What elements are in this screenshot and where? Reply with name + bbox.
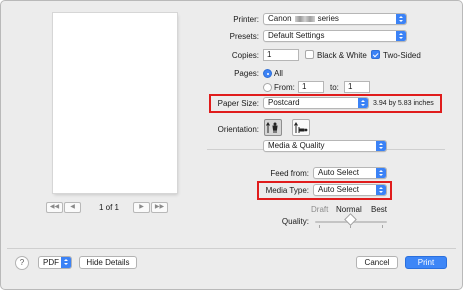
previous-page-button[interactable]: ◀ <box>64 202 81 213</box>
presets-label: Presets: <box>229 32 259 41</box>
pages-from-label: From: <box>274 83 295 92</box>
feed-from-label: Feed from: <box>270 169 309 178</box>
section-popup[interactable]: Media & Quality <box>263 140 387 152</box>
paper-size-popup[interactable]: Postcard <box>263 97 369 109</box>
printer-popup[interactable]: Canon series <box>263 13 407 25</box>
redacted-model <box>294 16 315 22</box>
two-sided-label: Two-Sided <box>383 51 421 60</box>
popup-arrows-icon <box>376 185 386 195</box>
printer-label: Printer: <box>233 15 259 24</box>
previous-page-icon: ◀ <box>70 204 75 210</box>
portrait-icon <box>266 122 278 133</box>
quality-label: Quality: <box>281 217 309 226</box>
popup-arrows-icon <box>376 168 386 178</box>
paper-size-label: Paper Size: <box>217 99 259 108</box>
popup-arrows-icon <box>396 14 406 24</box>
landscape-icon <box>294 122 308 133</box>
popup-arrows-icon <box>376 141 386 151</box>
quality-draft-label: Draft <box>311 205 329 214</box>
popup-arrows-icon <box>358 98 368 108</box>
next-page-icon: ▶ <box>139 204 144 210</box>
next-page-button[interactable]: ▶ <box>133 202 150 213</box>
black-white-label: Black & White <box>317 51 367 60</box>
copies-field[interactable]: 1 <box>263 49 299 61</box>
media-type-label: Media Type: <box>265 186 309 195</box>
first-page-icon: ◀◀ <box>49 204 60 210</box>
pages-to-field[interactable]: 1 <box>344 81 370 93</box>
popup-arrows-icon <box>396 31 406 41</box>
feed-from-popup[interactable]: Auto Select <box>313 167 387 179</box>
copies-label: Copies: <box>231 51 259 60</box>
media-type-popup[interactable]: Auto Select <box>313 184 387 196</box>
hide-details-button[interactable]: Hide Details <box>79 256 137 269</box>
two-sided-checkbox[interactable] <box>371 50 380 59</box>
pages-from-field[interactable]: 1 <box>298 81 324 93</box>
slider-tick <box>382 225 383 228</box>
pages-to-label: to: <box>330 83 339 92</box>
quality-slider-knob[interactable] <box>344 213 357 226</box>
cancel-button[interactable]: Cancel <box>356 256 398 269</box>
question-mark-icon: ? <box>19 258 25 267</box>
landscape-button[interactable] <box>292 119 310 136</box>
presets-popup[interactable]: Default Settings <box>263 30 407 42</box>
slider-tick <box>319 225 320 228</box>
last-page-icon: ▶▶ <box>154 204 165 210</box>
pages-all-radio[interactable] <box>263 69 272 78</box>
pages-label: Pages: <box>234 69 259 78</box>
pages-range-radio[interactable] <box>263 83 272 92</box>
help-button[interactable]: ? <box>15 256 29 270</box>
first-page-button[interactable]: ◀◀ <box>46 202 63 213</box>
portrait-button[interactable] <box>264 119 282 136</box>
quality-best-label: Best <box>371 205 388 214</box>
footer-divider <box>7 248 456 249</box>
black-white-checkbox[interactable] <box>305 50 314 59</box>
pages-all-label: All <box>274 69 283 78</box>
popup-arrow-icon <box>61 257 71 268</box>
page-preview <box>53 13 177 193</box>
pdf-menu-button[interactable]: PDF <box>38 256 72 269</box>
paper-dimensions: 3.94 by 5.83 inches <box>373 100 434 107</box>
orientation-label: Orientation: <box>217 125 259 134</box>
print-button[interactable]: Print <box>405 256 447 269</box>
last-page-button[interactable]: ▶▶ <box>151 202 168 213</box>
print-dialog: ◀◀ ◀ 1 of 1 ▶ ▶▶ Printer: Canon series Pr… <box>0 0 463 290</box>
page-count: 1 of 1 <box>98 203 119 212</box>
